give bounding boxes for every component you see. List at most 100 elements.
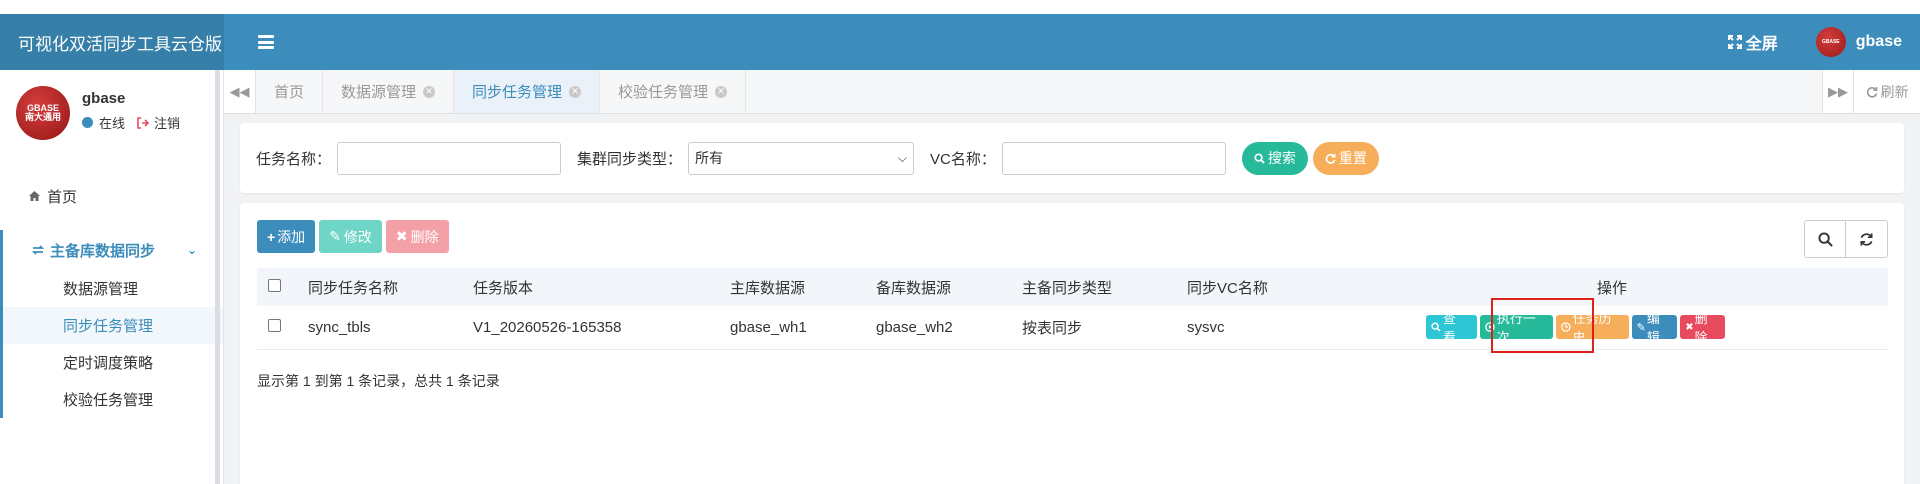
column-header[interactable]: 任务版本 [462,268,719,306]
vc-label: VC名称： [930,150,996,168]
reset-label: 重置 [1338,150,1367,166]
row-checkbox[interactable] [268,318,281,332]
online-status-icon [82,117,93,128]
refresh-tab-button[interactable]: 刷新 [1854,70,1920,113]
table-search-button[interactable] [1804,220,1846,258]
home-icon [29,191,40,201]
plus-icon: + [267,228,276,245]
tab-home[interactable]: 首页 [256,70,324,113]
tab-verify-task[interactable]: 校验任务管理 ✕ [600,70,747,113]
sync-type-select[interactable]: 所有 ⌵ [688,141,915,175]
chevron-down-icon: ⌵ [897,150,908,165]
search-icon [1431,322,1441,332]
column-header[interactable]: 主库数据源 [719,268,865,306]
search-button[interactable]: 搜索 [1241,141,1308,175]
header-username: gbase [1855,33,1902,50]
times-icon: ✖ [1685,321,1694,333]
table-tools [1804,220,1888,258]
sync-type-label: 集群同步类型： [577,150,683,168]
top-strip [0,0,1920,14]
search-icon [1817,231,1833,247]
sidebar-scrollbar[interactable] [215,70,220,484]
avatar: GBASE [1815,27,1846,57]
logo-line2: 南大通用 [24,112,61,122]
tab-home-label: 首页 [274,84,305,101]
sidebar-item-home[interactable]: 首页 [0,186,223,206]
app-title[interactable]: 可视化双活同步工具云仓版 [0,14,224,70]
close-icon[interactable]: ✕ [569,85,582,98]
column-header: 操作 [1597,279,1628,297]
add-button[interactable]: + 添加 [257,220,316,253]
tabs-scroll-left-icon[interactable]: ◀◀ [224,70,256,113]
edit-icon: ✎ [329,228,341,244]
tab-sync-task-label: 同步任务管理 [472,84,563,101]
row-delete-button[interactable]: ✖ 删除 [1680,311,1726,345]
online-status: 在线 [99,116,126,131]
cell-primary: gbase_wh1 [730,318,807,336]
logout-link[interactable]: 注销 [137,113,180,132]
header-right: 全屏 GBASE gbase [1727,27,1920,57]
cell-sync-type: 按表同步 [1022,319,1083,337]
fullscreen-label: 全屏 [1745,36,1778,53]
delete-label: 删除 [410,228,439,245]
sidebar-group-sync: 主备库数据同步 ⌄ 数据源管理 同步任务管理 定时调度策略 校验任务管理 [0,230,223,418]
run-once-button[interactable]: 执行一次 [1479,311,1553,345]
close-icon[interactable]: ✕ [715,85,728,98]
sign-out-icon [137,116,150,129]
add-label: 添加 [277,228,306,245]
edit-button[interactable]: ✎ 修改 [319,220,382,253]
refresh-icon [1866,86,1877,98]
sync-type-value: 所有 [695,150,724,166]
vc-input[interactable] [1001,141,1226,175]
app-header: 可视化双活同步工具云仓版 全屏 GBASE gbase [0,14,1920,70]
sidebar-group-label: 主备库数据同步 [50,242,156,260]
cell-standby: gbase_wh2 [876,318,953,336]
select-all-checkbox[interactable] [268,278,281,292]
table-toolbar: + 添加 ✎ 修改 ✖ 删除 [257,220,453,253]
task-table: 同步任务名称 任务版本 主库数据源 备库数据源 主备同步类型 同步VC名称 操作… [257,268,1888,350]
edit-icon: ✎ [1636,321,1646,334]
chevron-down-icon: ⌄ [186,243,197,257]
column-header[interactable]: 备库数据源 [865,268,1011,306]
delete-button[interactable]: ✖ 删除 [385,220,449,253]
sidebar-group-header[interactable]: 主备库数据同步 ⌄ [3,230,223,270]
tab-datasource[interactable]: 数据源管理 ✕ [323,70,455,113]
history-icon [1560,322,1571,332]
refresh-icon [1325,153,1336,164]
close-icon[interactable]: ✕ [423,85,436,98]
table-header-row: 同步任务名称 任务版本 主库数据源 备库数据源 主备同步类型 同步VC名称 操作 [257,268,1888,306]
task-table-panel: + 添加 ✎ 修改 ✖ 删除 同步任务名称 任务版本 主库数据源 备库数据源 主备同步… [240,203,1904,484]
company-logo: GBASE 南大通用 [16,86,70,140]
sidebar-item-datasource[interactable]: 数据源管理 [3,270,223,307]
column-header[interactable]: 同步任务名称 [297,268,462,306]
column-header[interactable]: 同步VC名称 [1176,268,1586,306]
row-delete-label: 删除 [1694,311,1708,346]
view-label: 查 看 [1442,311,1456,346]
logout-label: 注销 [154,116,181,131]
sidebar-item-verify-task[interactable]: 校验任务管理 [3,381,223,418]
task-history-button[interactable]: 任务历史 [1555,311,1629,345]
times-icon: ✖ [395,228,408,244]
sidebar-item-sync-task[interactable]: 同步任务管理 [3,307,223,344]
table-row[interactable]: sync_tbls V1_20260526-165358 gbase_wh1 g… [257,306,1888,349]
task-name-input[interactable] [337,141,562,175]
row-edit-button[interactable]: ✎ 编辑 [1631,311,1678,345]
page-tabs: ◀◀ 首页 数据源管理 ✕ 同步任务管理 ✕ 校验任务管理 ✕ ▶▶ 刷新 [224,70,1920,114]
tabs-scroll-right-icon[interactable]: ▶▶ [1822,70,1854,113]
expand-icon [1727,35,1742,49]
tab-datasource-label: 数据源管理 [341,84,417,101]
refresh-label: 刷新 [1880,83,1909,100]
sidebar-item-schedule[interactable]: 定时调度策略 [3,344,223,381]
user-menu[interactable]: GBASE gbase [1815,27,1902,57]
reset-button[interactable]: 重置 [1312,141,1379,175]
edit-label: 修改 [343,228,372,245]
fullscreen-button[interactable]: 全屏 [1727,30,1778,54]
menu-toggle-icon[interactable] [254,32,278,52]
view-button[interactable]: 查 看 [1426,311,1477,345]
tab-sync-task[interactable]: 同步任务管理 ✕ [454,70,601,113]
table-refresh-button[interactable] [1846,220,1888,258]
search-label: 搜索 [1267,150,1296,166]
sidebar-item-home-label: 首页 [47,188,78,206]
avatar-logo-text: GBASE [1821,38,1840,45]
column-header[interactable]: 主备同步类型 [1011,268,1176,306]
